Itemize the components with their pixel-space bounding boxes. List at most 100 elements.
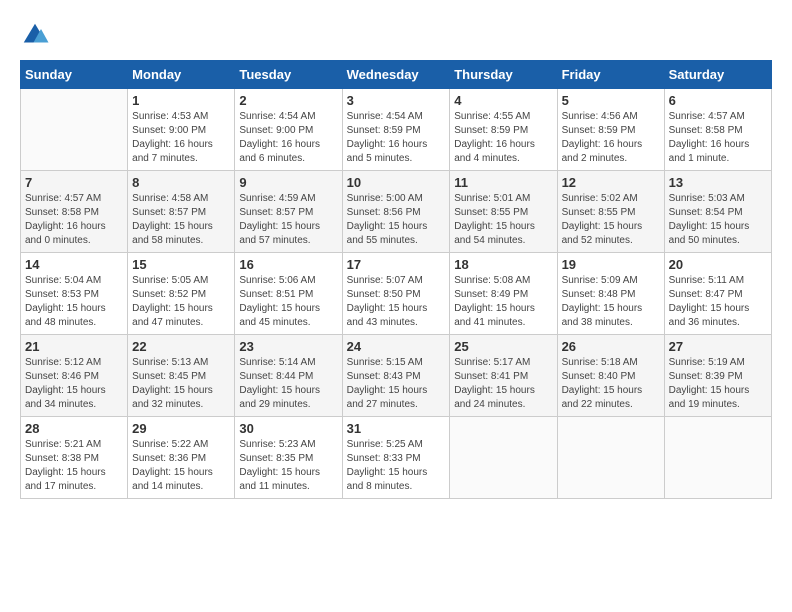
day-number: 13 bbox=[669, 175, 767, 190]
day-info: Sunrise: 5:08 AM Sunset: 8:49 PM Dayligh… bbox=[454, 274, 552, 330]
calendar-cell: 7 Sunrise: 4:57 AM Sunset: 8:58 PM Daylig… bbox=[21, 171, 128, 253]
header-sunday: Sunday bbox=[21, 61, 128, 89]
day-info: Sunrise: 5:05 AM Sunset: 8:52 PM Dayligh… bbox=[132, 274, 230, 330]
calendar-cell: 25Sunrise: 5:17 AM Sunset: 8:41 PM Dayli… bbox=[450, 335, 557, 417]
day-number: 11 bbox=[454, 175, 552, 190]
day-info: Sunrise: 5:13 AM Sunset: 8:45 PM Dayligh… bbox=[132, 356, 230, 412]
calendar-cell bbox=[664, 417, 771, 499]
day-number: 5 bbox=[562, 93, 660, 108]
day-info: Sunrise: 4:57 AM Sunset: 8:58 PM Dayligh… bbox=[25, 192, 123, 248]
header-saturday: Saturday bbox=[664, 61, 771, 89]
calendar-cell: 18Sunrise: 5:08 AM Sunset: 8:49 PM Dayli… bbox=[450, 253, 557, 335]
calendar-cell: 5Sunrise: 4:56 AM Sunset: 8:59 PM Daylig… bbox=[557, 89, 664, 171]
calendar-cell: 9 Sunrise: 4:59 AM Sunset: 8:57 PM Daylig… bbox=[235, 171, 342, 253]
calendar-cell: 29Sunrise: 5:22 AM Sunset: 8:36 PM Dayli… bbox=[128, 417, 235, 499]
header-thursday: Thursday bbox=[450, 61, 557, 89]
calendar-cell: 8Sunrise: 4:58 AM Sunset: 8:57 PM Daylig… bbox=[128, 171, 235, 253]
calendar-cell: 1 Sunrise: 4:53 AM Sunset: 9:00 PM Daylig… bbox=[128, 89, 235, 171]
day-number: 12 bbox=[562, 175, 660, 190]
day-number: 29 bbox=[132, 421, 230, 436]
calendar-cell: 27Sunrise: 5:19 AM Sunset: 8:39 PM Dayli… bbox=[664, 335, 771, 417]
calendar-cell: 12 Sunrise: 5:02 AM Sunset: 8:55 PM Dayli… bbox=[557, 171, 664, 253]
day-info: Sunrise: 5:09 AM Sunset: 8:48 PM Dayligh… bbox=[562, 274, 660, 330]
day-info: Sunrise: 4:55 AM Sunset: 8:59 PM Dayligh… bbox=[454, 110, 552, 166]
week-row-2: 7 Sunrise: 4:57 AM Sunset: 8:58 PM Daylig… bbox=[21, 171, 772, 253]
day-info: Sunrise: 5:07 AM Sunset: 8:50 PM Dayligh… bbox=[347, 274, 446, 330]
day-number: 23 bbox=[239, 339, 337, 354]
calendar-table: SundayMondayTuesdayWednesdayThursdayFrid… bbox=[20, 60, 772, 499]
calendar-cell: 10Sunrise: 5:00 AM Sunset: 8:56 PM Dayli… bbox=[342, 171, 450, 253]
day-info: Sunrise: 5:21 AM Sunset: 8:38 PM Dayligh… bbox=[25, 438, 123, 494]
calendar-cell bbox=[557, 417, 664, 499]
calendar-cell: 21 Sunrise: 5:12 AM Sunset: 8:46 PM Dayli… bbox=[21, 335, 128, 417]
day-number: 1 bbox=[132, 93, 230, 108]
day-number: 9 bbox=[239, 175, 337, 190]
calendar-cell: 31 Sunrise: 5:25 AM Sunset: 8:33 PM Dayli… bbox=[342, 417, 450, 499]
day-info: Sunrise: 4:54 AM Sunset: 9:00 PM Dayligh… bbox=[239, 110, 337, 166]
day-info: Sunrise: 4:58 AM Sunset: 8:57 PM Dayligh… bbox=[132, 192, 230, 248]
day-info: Sunrise: 5:14 AM Sunset: 8:44 PM Dayligh… bbox=[239, 356, 337, 412]
day-number: 22 bbox=[132, 339, 230, 354]
header-monday: Monday bbox=[128, 61, 235, 89]
calendar-cell: 23 Sunrise: 5:14 AM Sunset: 8:44 PM Dayli… bbox=[235, 335, 342, 417]
header-wednesday: Wednesday bbox=[342, 61, 450, 89]
header-friday: Friday bbox=[557, 61, 664, 89]
day-number: 20 bbox=[669, 257, 767, 272]
day-info: Sunrise: 5:15 AM Sunset: 8:43 PM Dayligh… bbox=[347, 356, 446, 412]
day-number: 31 bbox=[347, 421, 446, 436]
day-number: 28 bbox=[25, 421, 123, 436]
day-info: Sunrise: 5:02 AM Sunset: 8:55 PM Dayligh… bbox=[562, 192, 660, 248]
week-row-5: 28 Sunrise: 5:21 AM Sunset: 8:38 PM Dayli… bbox=[21, 417, 772, 499]
page-header bbox=[20, 20, 772, 50]
day-number: 15 bbox=[132, 257, 230, 272]
calendar-cell: 13Sunrise: 5:03 AM Sunset: 8:54 PM Dayli… bbox=[664, 171, 771, 253]
day-info: Sunrise: 5:19 AM Sunset: 8:39 PM Dayligh… bbox=[669, 356, 767, 412]
calendar-cell: 30Sunrise: 5:23 AM Sunset: 8:35 PM Dayli… bbox=[235, 417, 342, 499]
calendar-cell bbox=[21, 89, 128, 171]
calendar-cell: 20Sunrise: 5:11 AM Sunset: 8:47 PM Dayli… bbox=[664, 253, 771, 335]
week-row-3: 14Sunrise: 5:04 AM Sunset: 8:53 PM Dayli… bbox=[21, 253, 772, 335]
day-number: 3 bbox=[347, 93, 446, 108]
day-number: 10 bbox=[347, 175, 446, 190]
day-info: Sunrise: 4:54 AM Sunset: 8:59 PM Dayligh… bbox=[347, 110, 446, 166]
calendar-cell: 16 Sunrise: 5:06 AM Sunset: 8:51 PM Dayli… bbox=[235, 253, 342, 335]
day-number: 26 bbox=[562, 339, 660, 354]
calendar-cell: 2 Sunrise: 4:54 AM Sunset: 9:00 PM Daylig… bbox=[235, 89, 342, 171]
day-info: Sunrise: 5:18 AM Sunset: 8:40 PM Dayligh… bbox=[562, 356, 660, 412]
day-info: Sunrise: 4:59 AM Sunset: 8:57 PM Dayligh… bbox=[239, 192, 337, 248]
day-info: Sunrise: 4:57 AM Sunset: 8:58 PM Dayligh… bbox=[669, 110, 767, 166]
calendar-cell: 11 Sunrise: 5:01 AM Sunset: 8:55 PM Dayli… bbox=[450, 171, 557, 253]
calendar-cell: 24 Sunrise: 5:15 AM Sunset: 8:43 PM Dayli… bbox=[342, 335, 450, 417]
day-number: 7 bbox=[25, 175, 123, 190]
day-number: 2 bbox=[239, 93, 337, 108]
calendar-cell: 4 Sunrise: 4:55 AM Sunset: 8:59 PM Daylig… bbox=[450, 89, 557, 171]
day-info: Sunrise: 5:04 AM Sunset: 8:53 PM Dayligh… bbox=[25, 274, 123, 330]
day-info: Sunrise: 4:53 AM Sunset: 9:00 PM Dayligh… bbox=[132, 110, 230, 166]
calendar-body: 1 Sunrise: 4:53 AM Sunset: 9:00 PM Daylig… bbox=[21, 89, 772, 499]
week-row-4: 21 Sunrise: 5:12 AM Sunset: 8:46 PM Dayli… bbox=[21, 335, 772, 417]
calendar-cell: 17 Sunrise: 5:07 AM Sunset: 8:50 PM Dayli… bbox=[342, 253, 450, 335]
header-tuesday: Tuesday bbox=[235, 61, 342, 89]
calendar-cell: 26 Sunrise: 5:18 AM Sunset: 8:40 PM Dayli… bbox=[557, 335, 664, 417]
day-info: Sunrise: 5:12 AM Sunset: 8:46 PM Dayligh… bbox=[25, 356, 123, 412]
day-number: 21 bbox=[25, 339, 123, 354]
day-number: 17 bbox=[347, 257, 446, 272]
logo-icon bbox=[20, 20, 50, 50]
calendar-cell: 22 Sunrise: 5:13 AM Sunset: 8:45 PM Dayli… bbox=[128, 335, 235, 417]
week-row-1: 1 Sunrise: 4:53 AM Sunset: 9:00 PM Daylig… bbox=[21, 89, 772, 171]
header-row: SundayMondayTuesdayWednesdayThursdayFrid… bbox=[21, 61, 772, 89]
day-number: 4 bbox=[454, 93, 552, 108]
day-info: Sunrise: 5:25 AM Sunset: 8:33 PM Dayligh… bbox=[347, 438, 446, 494]
day-number: 6 bbox=[669, 93, 767, 108]
day-number: 19 bbox=[562, 257, 660, 272]
calendar-cell: 6 Sunrise: 4:57 AM Sunset: 8:58 PM Daylig… bbox=[664, 89, 771, 171]
day-info: Sunrise: 5:01 AM Sunset: 8:55 PM Dayligh… bbox=[454, 192, 552, 248]
calendar-cell: 3 Sunrise: 4:54 AM Sunset: 8:59 PM Daylig… bbox=[342, 89, 450, 171]
calendar-cell: 19 Sunrise: 5:09 AM Sunset: 8:48 PM Dayli… bbox=[557, 253, 664, 335]
calendar-header: SundayMondayTuesdayWednesdayThursdayFrid… bbox=[21, 61, 772, 89]
day-info: Sunrise: 5:06 AM Sunset: 8:51 PM Dayligh… bbox=[239, 274, 337, 330]
day-number: 16 bbox=[239, 257, 337, 272]
day-number: 30 bbox=[239, 421, 337, 436]
calendar-cell: 14Sunrise: 5:04 AM Sunset: 8:53 PM Dayli… bbox=[21, 253, 128, 335]
day-number: 24 bbox=[347, 339, 446, 354]
